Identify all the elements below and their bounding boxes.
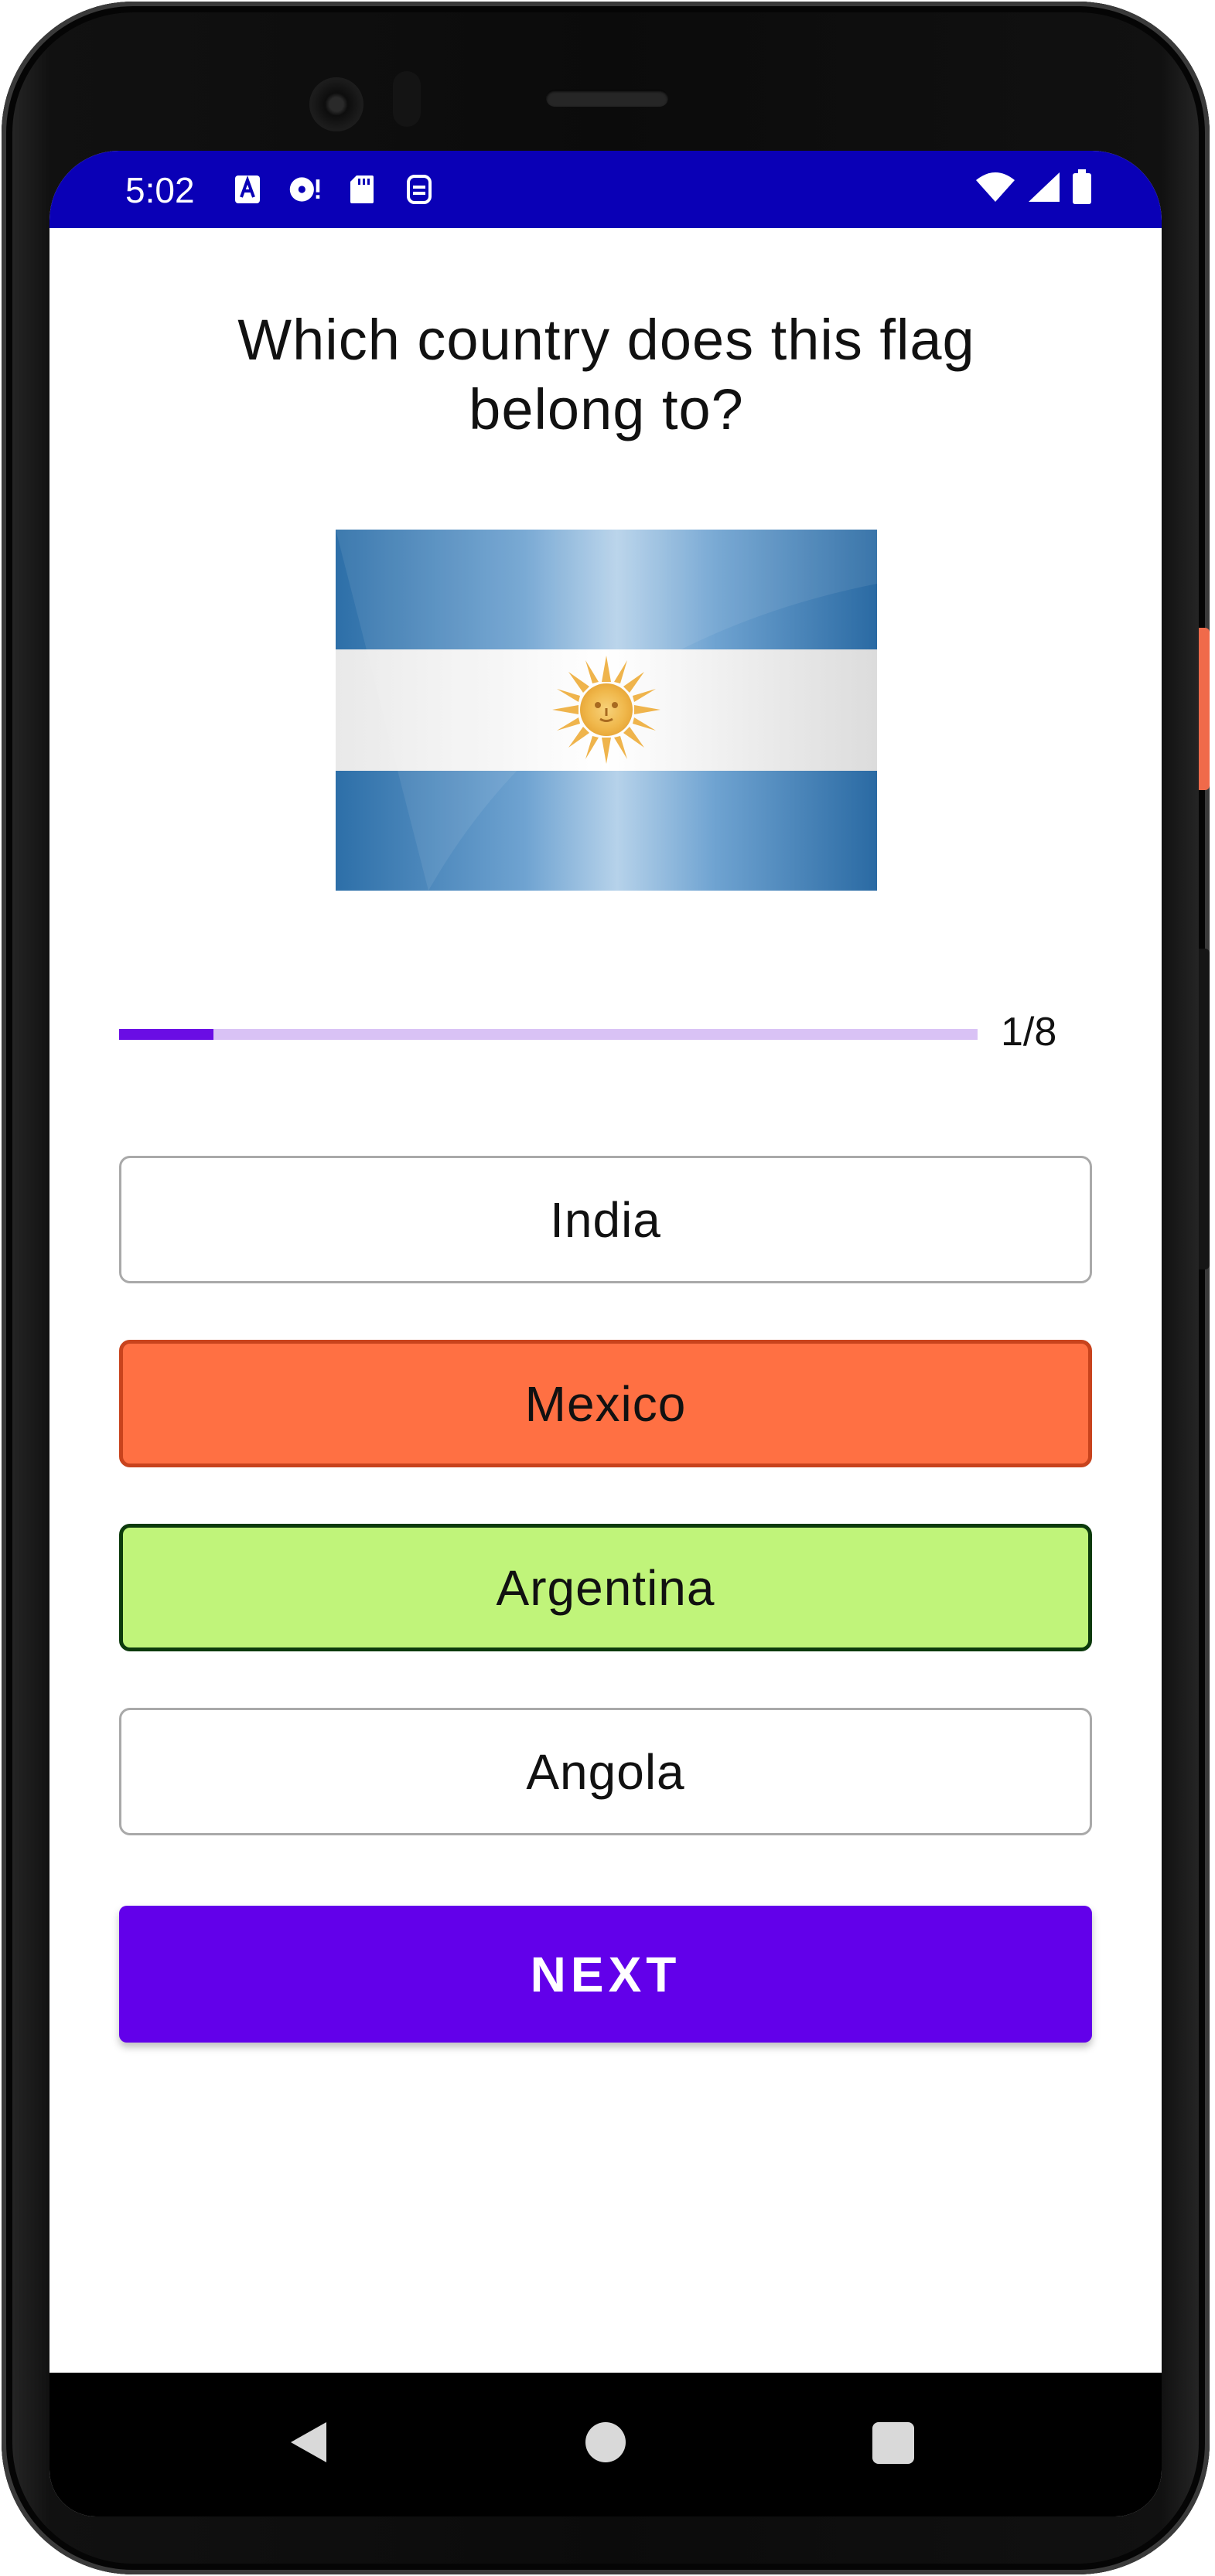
power-button	[1199, 628, 1210, 790]
screen: 5:02 Which country does this flag belong…	[49, 151, 1162, 2516]
sync-icon	[402, 171, 436, 208]
back-icon[interactable]	[288, 2419, 329, 2469]
progress-bar	[119, 1029, 978, 1040]
status-time: 5:02	[125, 170, 195, 210]
progress-text: 1/8	[1001, 1010, 1057, 1055]
text-icon	[230, 171, 265, 208]
front-camera	[309, 77, 363, 131]
option-india-button[interactable]: India	[119, 1156, 1092, 1283]
question-text: Which country does this flag belong to?	[237, 308, 975, 441]
option-mexico-button[interactable]: Mexico	[119, 1340, 1092, 1467]
option-argentina-button[interactable]: Argentina	[119, 1524, 1092, 1651]
option-angola-button[interactable]: Angola	[119, 1708, 1092, 1835]
battery-icon	[1072, 169, 1092, 209]
earpiece-speaker	[546, 90, 668, 107]
navigation-bar	[49, 2373, 1162, 2516]
proximity-sensor	[393, 71, 421, 127]
home-icon[interactable]	[585, 2422, 626, 2462]
sd-card-icon	[345, 171, 379, 208]
signal-icon	[1027, 171, 1061, 207]
disc-icon	[288, 171, 322, 208]
system-icons	[974, 169, 1092, 209]
phone-frame: 5:02 Which country does this flag belong…	[2, 2, 1210, 2574]
next-button[interactable]: NEXT	[119, 1906, 1092, 2043]
argentina-flag-icon	[336, 530, 877, 891]
status-bar: 5:02	[49, 151, 1162, 228]
notification-icons	[230, 171, 436, 208]
wifi-icon	[974, 171, 1016, 207]
volume-button	[1199, 949, 1210, 1269]
progress-bar-fill	[119, 1029, 214, 1040]
recents-icon[interactable]	[872, 2422, 914, 2464]
